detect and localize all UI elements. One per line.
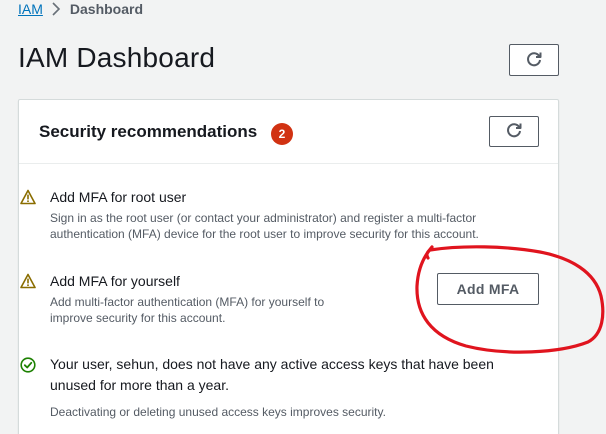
recommendation-title: Your user, sehun, does not have any acti… bbox=[50, 356, 494, 393]
refresh-icon bbox=[505, 121, 523, 142]
warning-icon bbox=[20, 189, 36, 205]
panel-header: Security recommendations 2 bbox=[19, 100, 558, 164]
panel-refresh-button[interactable] bbox=[489, 116, 539, 147]
breadcrumb: IAM Dashboard bbox=[18, 1, 143, 17]
refresh-icon bbox=[525, 50, 543, 71]
chevron-right-icon bbox=[51, 2, 61, 16]
page-refresh-button[interactable] bbox=[509, 44, 559, 76]
add-mfa-button[interactable]: Add MFA bbox=[437, 273, 539, 305]
breadcrumb-iam-link[interactable]: IAM bbox=[18, 1, 43, 17]
recommendation-description: Sign in as the root user (or contact you… bbox=[50, 211, 479, 241]
recommendation-title: Add MFA for yourself bbox=[50, 273, 180, 289]
check-circle-icon bbox=[20, 357, 36, 373]
breadcrumb-current: Dashboard bbox=[69, 1, 144, 17]
recommendation-count-badge: 2 bbox=[271, 123, 293, 145]
recommendation-description: Deactivating or deleting unused access k… bbox=[50, 405, 386, 419]
panel-title: Security recommendations bbox=[39, 122, 258, 141]
warning-icon bbox=[20, 273, 36, 289]
recommendation-description: Add multi-factor authentication (MFA) fo… bbox=[50, 295, 325, 325]
page-title: IAM Dashboard bbox=[18, 42, 216, 73]
recommendation-title: Add MFA for root user bbox=[50, 189, 187, 205]
